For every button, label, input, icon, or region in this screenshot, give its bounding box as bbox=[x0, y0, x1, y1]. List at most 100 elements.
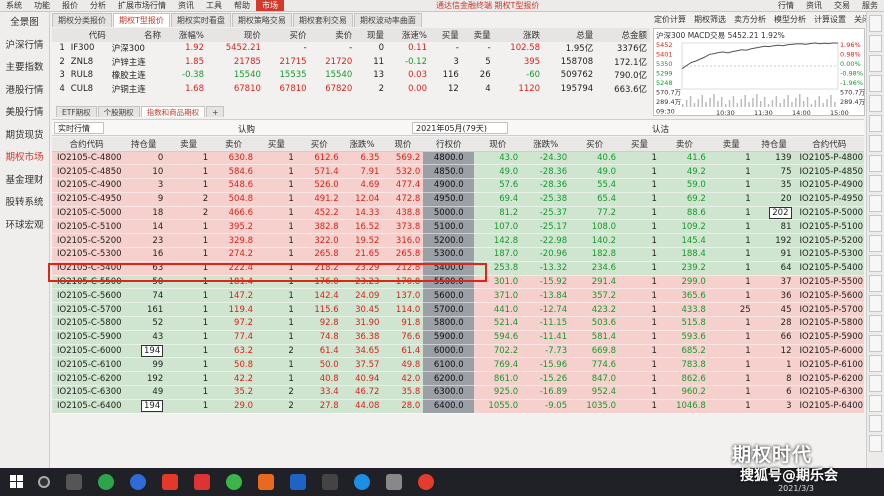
option-row[interactable]: IO2105-C-6300 49 1 35.2 2 33.4 46.72 35.8 6300.0… bbox=[52, 385, 864, 400]
option-row[interactable]: IO2105-C-4950 9 2 504.8 1 491.2 12.04 472.8 4950… bbox=[52, 192, 864, 207]
option-row[interactable]: IO2105-C-5600 74 1 147.2 1 142.4 24.09 137.0 560… bbox=[52, 288, 864, 304]
tab-top-5[interactable]: 期权波动率曲面 bbox=[353, 13, 422, 27]
side-tool-button[interactable] bbox=[869, 435, 882, 452]
option-row[interactable]: IO2105-C-6200 192 1 42.2 1 40.8 40.94 42.0 6200.… bbox=[52, 371, 864, 387]
menu-item-2[interactable]: 报价 bbox=[56, 0, 84, 11]
app-grey-icon[interactable] bbox=[386, 474, 402, 490]
task-view-icon[interactable] bbox=[66, 474, 82, 490]
sidebar-item-4[interactable]: 美股行情 bbox=[0, 102, 49, 125]
quote-row[interactable]: 2 ZNL8 沪锌主连 1.85 21785 21715 21720 11 -0.12 3 5 395… bbox=[52, 55, 650, 69]
option-row[interactable]: IO2105-C-6100 99 1 50.8 1 50.0 37.57 49.8 6100.0… bbox=[52, 357, 864, 373]
side-tool-button[interactable] bbox=[869, 375, 882, 392]
side-tool-button[interactable] bbox=[869, 55, 882, 72]
menu-item-7[interactable]: 帮助 bbox=[228, 0, 256, 11]
menu-right-item-2[interactable]: 交易 bbox=[828, 0, 856, 11]
app-red-icon[interactable] bbox=[194, 474, 210, 490]
tab-market-1[interactable]: 个股期权 bbox=[97, 106, 140, 117]
sidebar-item-5[interactable]: 期货现货 bbox=[0, 125, 49, 148]
option-row[interactable]: IO2105-C-4800 0 1 630.8 1 612.6 6.35 569.2 4800.… bbox=[52, 151, 864, 166]
option-row[interactable]: IO2105-C-5100 14 1 395.2 1 382.8 16.52 373.8 510… bbox=[52, 219, 864, 235]
tool-button-4[interactable]: 计算设置 bbox=[810, 13, 850, 27]
menu-item-1[interactable]: 功能 bbox=[28, 0, 56, 11]
sidebar-item-0[interactable]: 全景图 bbox=[0, 12, 49, 35]
option-header-3: 卖价 bbox=[211, 137, 256, 152]
quote-row[interactable]: 3 RUL8 橡胶主连 -0.38 15540 15535 15540 13 0.03 116 26… bbox=[52, 69, 650, 83]
sidebar-item-2[interactable]: 主要指数 bbox=[0, 57, 49, 80]
side-tool-button[interactable] bbox=[869, 395, 882, 412]
option-row[interactable]: IO2105-C-4850 10 1 584.6 1 571.4 7.91 532.0 4850… bbox=[52, 164, 864, 180]
side-tool-button[interactable] bbox=[869, 355, 882, 372]
expiry-month-select[interactable]: 2021年05月(79天) bbox=[412, 122, 508, 134]
tab-top-4[interactable]: 期权套利交易 bbox=[292, 13, 353, 27]
tool-button-1[interactable]: 期权筛选 bbox=[690, 13, 730, 27]
side-tool-button[interactable] bbox=[869, 335, 882, 352]
quote-row[interactable]: 4 CUL8 沪铜主连 1.68 67810 67810 67820 2 0.00 12 4 1120… bbox=[52, 82, 650, 96]
side-tool-button[interactable] bbox=[869, 15, 882, 32]
sidebar-item-7[interactable]: 基金理财 bbox=[0, 170, 49, 193]
side-tool-button[interactable] bbox=[869, 415, 882, 432]
tab-market-3[interactable]: + bbox=[206, 106, 225, 117]
tab-top-1[interactable]: 期权T型报价 bbox=[113, 13, 170, 27]
option-row[interactable]: IO2105-C-5200 23 1 329.8 1 322.0 19.52 316.0 520… bbox=[52, 233, 864, 249]
menu-right-item-3[interactable]: 服务 bbox=[856, 0, 884, 11]
option-row[interactable]: IO2105-C-5800 52 1 97.2 1 92.8 31.90 91.8 5800.0… bbox=[52, 316, 864, 331]
side-tool-button[interactable] bbox=[869, 115, 882, 132]
sidebar-item-6[interactable]: 期权市场 bbox=[0, 147, 49, 170]
option-row[interactable]: IO2105-C-5300 16 1 274.2 1 265.8 21.65 265.8 530… bbox=[52, 247, 864, 262]
tool-button-2[interactable]: 卖方分析 bbox=[730, 13, 770, 27]
option-cell: 23 bbox=[121, 233, 167, 249]
app-orange-icon[interactable] bbox=[258, 474, 274, 490]
side-tool-button[interactable] bbox=[869, 255, 882, 272]
side-tool-button[interactable] bbox=[869, 275, 882, 292]
side-tool-button[interactable] bbox=[869, 175, 882, 192]
search-icon[interactable] bbox=[38, 476, 50, 488]
app-blue-icon[interactable] bbox=[130, 474, 146, 490]
sidebar-item-3[interactable]: 港股行情 bbox=[0, 80, 49, 103]
menu-item-8[interactable]: 市场 bbox=[256, 0, 284, 11]
tab-top-2[interactable]: 期权实时看盘 bbox=[170, 13, 231, 27]
app-cyan-icon[interactable] bbox=[354, 474, 370, 490]
menu-item-4[interactable]: 扩展市场行情 bbox=[112, 0, 172, 11]
stock-app-icon[interactable] bbox=[162, 474, 178, 490]
menu-item-6[interactable]: 工具 bbox=[200, 0, 228, 11]
quote-row[interactable]: 1 IF300 沪深300 1.92 5452.21 - - 0 0.11 - - 102.58 1.9… bbox=[52, 42, 650, 56]
menu-item-5[interactable]: 资讯 bbox=[172, 0, 200, 11]
option-row[interactable]: IO2105-C-6400 194 1 29.0 2 27.8 44.08 28.0 6400.… bbox=[52, 399, 864, 414]
option-row[interactable]: IO2105-C-5900 43 1 77.4 1 74.8 36.38 76.6 5900.0… bbox=[52, 330, 864, 345]
side-tool-button[interactable] bbox=[869, 215, 882, 232]
side-tool-button[interactable] bbox=[869, 155, 882, 172]
quote-mode-select[interactable]: 实时行情 bbox=[54, 122, 104, 134]
windows-start-icon[interactable] bbox=[10, 475, 24, 489]
app-dark-icon[interactable] bbox=[322, 474, 338, 490]
option-row[interactable]: IO2105-C-5000 18 2 466.6 1 452.2 14.33 438.8 500… bbox=[52, 206, 864, 221]
app-green-icon[interactable] bbox=[98, 474, 114, 490]
side-tool-button[interactable] bbox=[869, 135, 882, 152]
side-tool-button[interactable] bbox=[869, 315, 882, 332]
sidebar-item-8[interactable]: 股转系统 bbox=[0, 192, 49, 215]
side-tool-button[interactable] bbox=[869, 75, 882, 92]
menu-item-3[interactable]: 分析 bbox=[84, 0, 112, 11]
tool-button-3[interactable]: 模型分析 bbox=[770, 13, 810, 27]
sidebar-item-1[interactable]: 沪深行情 bbox=[0, 35, 49, 58]
menu-item-0[interactable]: 系统 bbox=[0, 0, 28, 11]
side-tool-button[interactable] bbox=[869, 35, 882, 52]
option-row[interactable]: IO2105-C-4900 3 1 548.6 1 526.0 4.69 477.4 4900.… bbox=[52, 178, 864, 193]
menu-right-item-0[interactable]: 行情 bbox=[772, 0, 800, 11]
option-row[interactable]: IO2105-C-6000 194 1 63.2 2 61.4 34.65 61.4 6000.… bbox=[52, 344, 864, 359]
tab-market-0[interactable]: ETF期权 bbox=[56, 106, 97, 117]
option-row[interactable]: IO2105-C-5700 161 1 119.4 1 115.6 30.45 114.0 57… bbox=[52, 302, 864, 318]
app-red2-icon[interactable] bbox=[418, 474, 434, 490]
side-tool-button[interactable] bbox=[869, 195, 882, 212]
menu-right-item-1[interactable]: 资讯 bbox=[800, 0, 828, 11]
option-header-6: 涨跌% bbox=[341, 137, 383, 152]
tool-button-0[interactable]: 定价计算 bbox=[650, 13, 690, 27]
side-tool-button[interactable] bbox=[869, 235, 882, 252]
word-icon[interactable] bbox=[290, 474, 306, 490]
tab-top-0[interactable]: 期权分类报价 bbox=[52, 13, 112, 27]
wechat-icon[interactable] bbox=[226, 474, 242, 490]
side-tool-button[interactable] bbox=[869, 95, 882, 112]
side-tool-button[interactable] bbox=[869, 295, 882, 312]
sidebar-item-9[interactable]: 环球宏观 bbox=[0, 215, 49, 238]
tab-top-3[interactable]: 期权策略交易 bbox=[231, 13, 292, 27]
tab-market-2[interactable]: 指数和商品期权 bbox=[140, 106, 206, 117]
